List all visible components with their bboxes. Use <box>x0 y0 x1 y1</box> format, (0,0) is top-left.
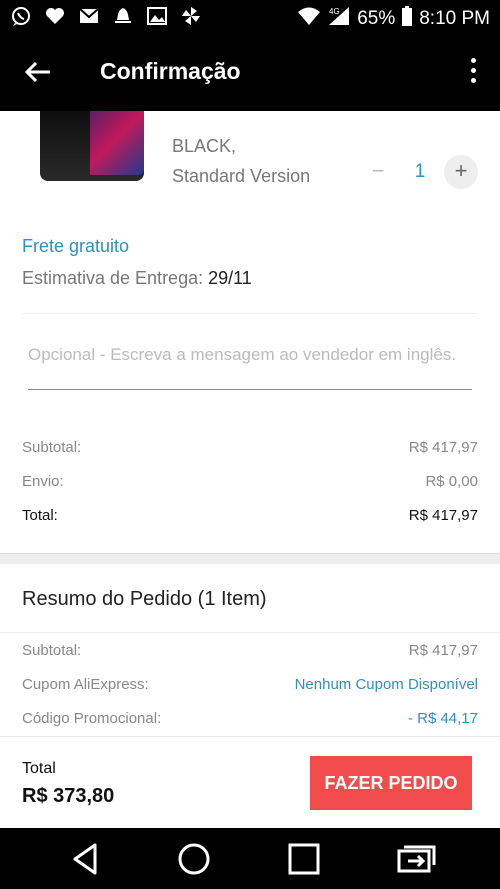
delivery-estimate-date: 29/11 <box>208 268 252 288</box>
back-arrow-icon <box>24 61 50 83</box>
quantity-increase-button[interactable]: + <box>444 155 478 189</box>
navigation-bar <box>0 828 500 889</box>
item-total-label: Total: <box>22 507 58 524</box>
wifi-icon <box>297 6 321 31</box>
quantity-decrease-button[interactable]: − <box>361 155 395 189</box>
heart-icon <box>44 6 66 26</box>
seller-message-input[interactable]: Opcional - Escreva a mensagem ao vendedo… <box>28 344 472 390</box>
nav-recents-button[interactable] <box>286 841 322 877</box>
svg-text:4G: 4G <box>329 7 340 16</box>
image-icon <box>146 6 168 26</box>
clock: 8:10 PM <box>419 7 490 29</box>
more-vert-icon <box>470 58 476 83</box>
more-options-button[interactable] <box>470 58 476 86</box>
coupon-value[interactable]: Nenhum Cupom Disponível <box>295 676 478 693</box>
item-subtotal-label: Subtotal: <box>22 439 82 456</box>
item-shipping-value: R$ 0,00 <box>425 473 478 490</box>
order-subtotal-label: Subtotal: <box>22 642 82 659</box>
promo-code-value[interactable]: - R$ 44,17 <box>408 710 478 727</box>
notification-icon <box>112 6 134 26</box>
order-subtotal-value: R$ 417,97 <box>408 642 478 659</box>
coupon-row[interactable]: Cupom AliExpress: Nenhum Cupom Disponíve… <box>22 676 478 693</box>
promo-code-row[interactable]: Código Promocional: - R$ 44,17 <box>22 710 478 727</box>
place-order-button[interactable]: FAZER PEDIDO <box>310 756 472 810</box>
order-bar: Total R$ 373,80 FAZER PEDIDO <box>0 736 500 828</box>
page-title: Confirmação <box>100 58 241 84</box>
order-summary-title: Resumo do Pedido (1 Item) <box>22 588 267 610</box>
nav-back-icon <box>73 843 97 875</box>
pinwheel-icon <box>180 6 202 26</box>
app-bar: Confirmação <box>0 34 500 111</box>
screen: 4G 65% 8:10 PM Confirmação BLACK, Standa… <box>0 0 500 889</box>
nav-back-button[interactable] <box>68 841 104 877</box>
variant-version: Standard Version <box>172 166 311 186</box>
item-shipping-row: Envio: R$ 0,00 <box>22 473 478 490</box>
divider <box>22 313 478 314</box>
item-subtotal-row: Subtotal: R$ 417,97 <box>22 439 478 456</box>
signal-icon: 4G <box>327 6 351 31</box>
status-bar: 4G 65% 8:10 PM <box>0 0 500 34</box>
nav-home-button[interactable] <box>176 841 212 877</box>
battery-icon <box>401 6 413 31</box>
delivery-estimate-label: Estimativa de Entrega: <box>22 268 204 288</box>
free-shipping-link[interactable]: Frete gratuito <box>22 236 129 257</box>
battery-percent: 65% <box>357 7 396 29</box>
item-shipping-label: Envio: <box>22 473 64 490</box>
variant-color: BLACK, <box>172 136 237 156</box>
delivery-estimate: Estimativa de Entrega: 29/11 <box>22 268 252 289</box>
product-image[interactable] <box>40 111 144 181</box>
item-subtotal-value: R$ 417,97 <box>408 439 478 456</box>
gmail-icon <box>78 6 100 26</box>
order-subtotal-row: Subtotal: R$ 417,97 <box>22 642 478 659</box>
nav-home-icon <box>178 843 210 875</box>
divider <box>0 632 500 633</box>
item-total-row: Total: R$ 417,97 <box>22 507 478 524</box>
section-separator <box>0 553 500 564</box>
order-total-label: Total <box>22 760 56 777</box>
quantity-value: 1 <box>414 161 426 182</box>
whatsapp-icon <box>10 6 32 26</box>
nav-recents-icon <box>288 843 320 875</box>
nav-switch-button[interactable] <box>396 841 436 877</box>
order-total-value: R$ 373,80 <box>22 785 115 807</box>
promo-code-label: Código Promocional: <box>22 710 162 727</box>
coupon-label: Cupom AliExpress: <box>22 676 149 693</box>
item-total-value: R$ 417,97 <box>408 507 478 524</box>
nav-switch-icon <box>397 845 436 873</box>
back-button[interactable] <box>22 56 54 88</box>
